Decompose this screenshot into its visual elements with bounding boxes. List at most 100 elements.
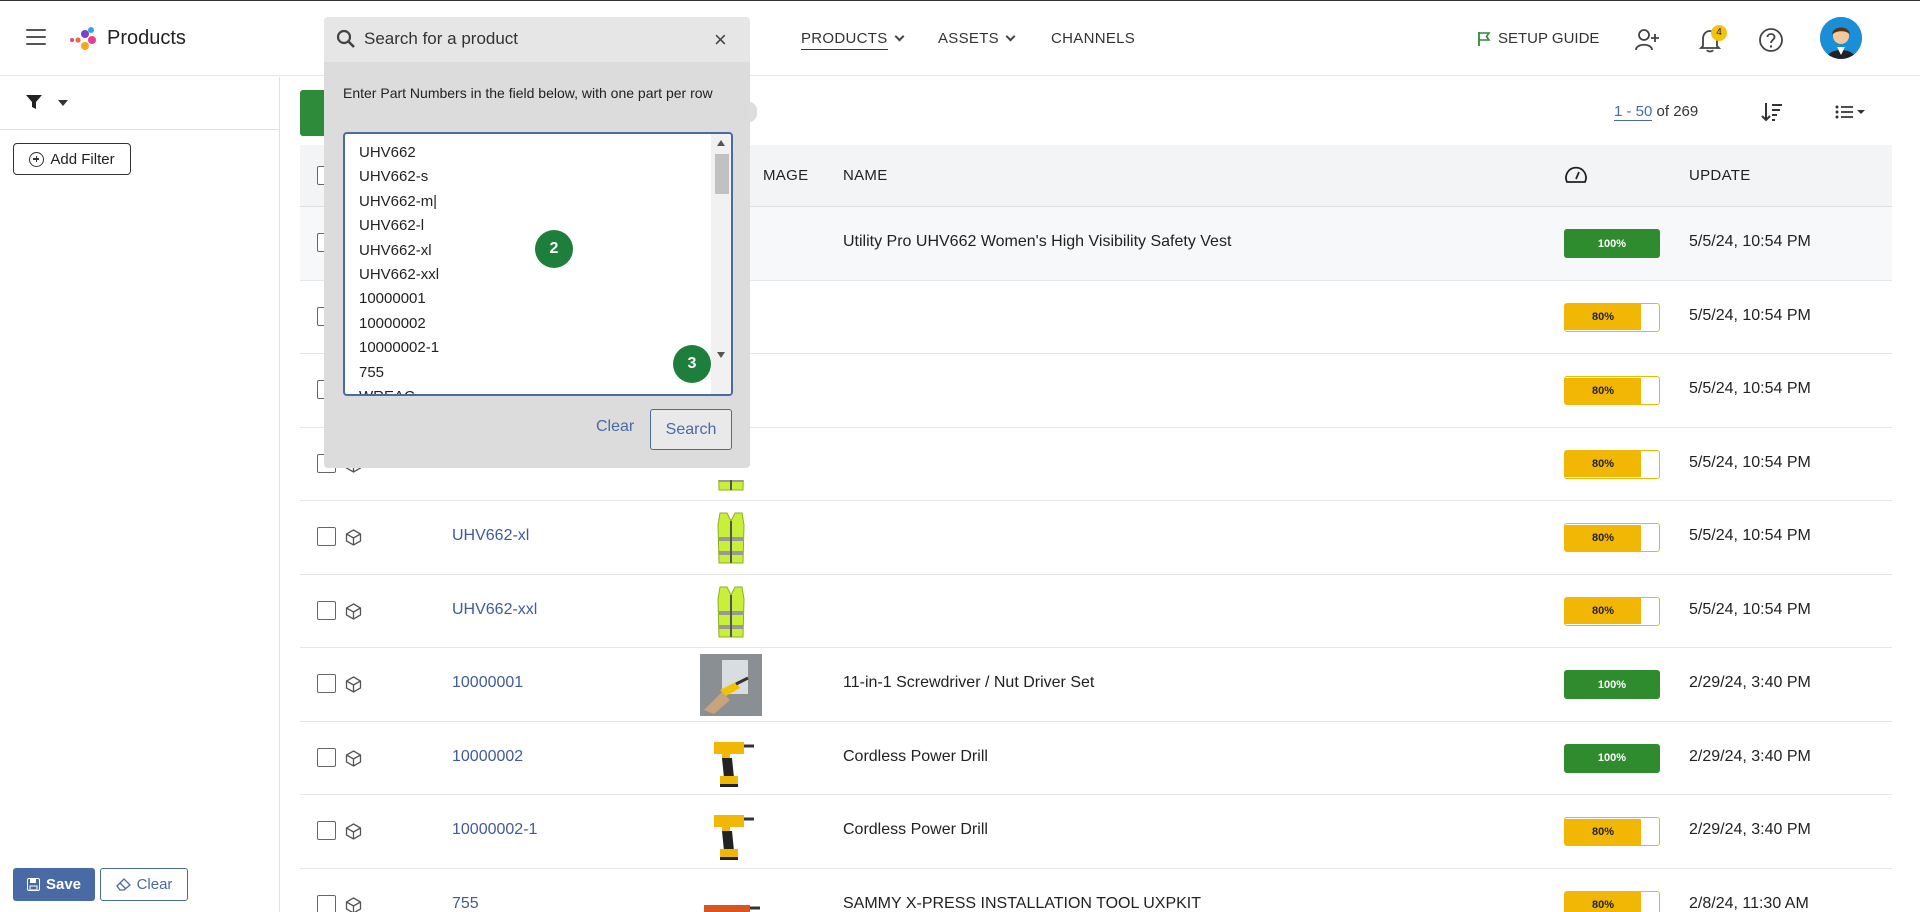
completeness-badge: 80%: [1564, 523, 1660, 552]
help-icon[interactable]: [1758, 27, 1784, 53]
product-type-icon: [345, 676, 362, 693]
filter-sidebar: Add Filter Save Clear: [0, 77, 280, 912]
product-thumbnail[interactable]: [700, 654, 762, 716]
updated-date: 5/5/24, 10:54 PM: [1689, 600, 1811, 618]
product-thumbnail[interactable]: [700, 507, 762, 569]
completeness-badge: 100%: [1564, 743, 1660, 773]
part-number-link[interactable]: UHV662-xxl: [452, 601, 537, 619]
completeness-value: 80%: [1565, 524, 1641, 551]
step-marker-3: 3: [673, 345, 711, 383]
close-icon[interactable]: ×: [714, 27, 727, 53]
completeness-badge: 100%: [1564, 670, 1660, 699]
part-number-search-panel: Enter Part Numbers in the field below, w…: [324, 62, 750, 468]
part-number-hint: Enter Part Numbers in the field below, w…: [343, 85, 713, 101]
nav-products[interactable]: PRODUCTS: [801, 30, 905, 50]
table-row[interactable]: UHV662-xl 80% 5/5/24, 10:54 PM: [300, 501, 1892, 575]
product-thumbnail[interactable]: [700, 875, 762, 912]
nav-channels[interactable]: CHANNELS: [1051, 30, 1135, 47]
nav-products-label: PRODUCTS: [801, 30, 888, 50]
top-nav-bar: Products × PRODUCTS ASSETS CHANNELS SETU…: [0, 0, 1920, 76]
product-name: 11-in-1 Screwdriver / Nut Driver Set: [843, 674, 1095, 691]
part-number-line: 10000001: [359, 290, 426, 308]
scroll-thumb[interactable]: [715, 154, 729, 194]
list-view-icon[interactable]: [1835, 104, 1867, 120]
add-user-icon[interactable]: [1634, 27, 1660, 53]
part-number-link[interactable]: 755: [452, 895, 479, 912]
table-row[interactable]: 755 SAMMY X-PRESS INSTALLATION TOOL UXPKI…: [300, 868, 1892, 912]
row-checkbox[interactable]: [317, 674, 336, 693]
row-checkbox[interactable]: [317, 821, 336, 840]
clear-label: Clear: [136, 876, 173, 893]
completeness-badge: 100%: [1564, 229, 1660, 258]
textarea-scrollbar[interactable]: [711, 134, 731, 394]
completeness-value: 80%: [1565, 304, 1641, 330]
part-number-link[interactable]: 10000002: [452, 748, 523, 766]
product-search-bar[interactable]: ×: [324, 17, 750, 62]
product-thumbnail[interactable]: [700, 581, 762, 643]
updated-date: 5/5/24, 10:54 PM: [1689, 380, 1811, 397]
product-name: SAMMY X-PRESS INSTALLATION TOOL UXPKIT: [843, 894, 1202, 912]
column-header-update[interactable]: UPDATE: [1689, 167, 1751, 184]
part-number-link[interactable]: 10000002-1: [452, 821, 537, 839]
completeness-badge: 80%: [1564, 817, 1660, 846]
completeness-value: 80%: [1565, 892, 1641, 912]
column-header-name[interactable]: NAME: [843, 167, 888, 184]
save-button[interactable]: Save: [13, 868, 95, 901]
part-number-line: UHV662: [359, 144, 416, 161]
search-parts-button[interactable]: Search: [650, 409, 732, 450]
scroll-up-icon[interactable]: [717, 140, 725, 146]
completeness-badge: 80%: [1564, 302, 1660, 332]
menu-icon[interactable]: [26, 29, 46, 45]
product-type-icon: [345, 823, 362, 840]
filter-toolbar: [0, 77, 280, 130]
part-number-line: UHV662-s: [359, 168, 429, 186]
gauge-icon[interactable]: [1564, 165, 1588, 185]
caret-down-icon[interactable]: [58, 100, 68, 106]
row-checkbox[interactable]: [317, 894, 336, 912]
product-type-icon: [345, 749, 362, 767]
scroll-down-icon[interactable]: [717, 352, 725, 358]
part-number-line: UHV662-xl: [359, 241, 432, 259]
clear-filters-button[interactable]: Clear: [100, 868, 188, 901]
clear-parts-button[interactable]: Clear: [596, 418, 634, 436]
product-thumbnail[interactable]: [700, 728, 762, 790]
add-filter-button[interactable]: Add Filter: [13, 143, 131, 175]
product-name: Utility Pro UHV662 Women's High Visibili…: [843, 233, 1232, 250]
flag-icon: [1478, 31, 1491, 46]
row-checkbox[interactable]: [317, 527, 336, 546]
search-input[interactable]: [364, 25, 704, 53]
part-number-link[interactable]: UHV662-xl: [452, 527, 529, 545]
add-filter-label: Add Filter: [50, 150, 115, 168]
chevron-down-icon: [894, 31, 905, 42]
table-row[interactable]: 10000002 Cordless Power Drill 100% 2/29/24,…: [300, 721, 1892, 795]
product-type-icon: [345, 602, 362, 620]
table-row[interactable]: UHV662-xxl 80% 5/5/24, 10:54 PM: [300, 574, 1892, 648]
table-row[interactable]: 10000002-1 Cordless Power Drill 80% 2/29/24…: [300, 795, 1892, 869]
part-number-line: 755: [359, 363, 385, 381]
part-number-link[interactable]: 10000001: [452, 674, 523, 692]
pagination-range[interactable]: 1 - 50: [1614, 103, 1653, 121]
column-header-image[interactable]: MAGE: [763, 167, 808, 184]
part-number-line: UHV662-xxl: [359, 265, 440, 283]
app-title: Products: [107, 27, 186, 49]
nav-channels-label: CHANNELS: [1051, 30, 1136, 47]
part-numbers-list: UHV662 UHV662-s UHV662-m| UHV662-l UHV662-xl…: [359, 144, 689, 394]
nav-assets[interactable]: ASSETS: [938, 30, 1016, 47]
row-checkbox[interactable]: [317, 747, 336, 767]
product-name: Cordless Power Drill: [843, 821, 988, 838]
completeness-value: 80%: [1565, 377, 1641, 404]
row-checkbox[interactable]: [317, 600, 336, 620]
part-number-line: WREAC: [359, 388, 689, 394]
part-number-line: UHV662-l: [359, 217, 425, 235]
avatar[interactable]: [1820, 17, 1862, 59]
part-number-line: 10000002: [359, 314, 426, 332]
filter-icon[interactable]: [26, 94, 42, 110]
updated-date: 2/29/24, 3:40 PM: [1689, 674, 1811, 691]
table-row[interactable]: 10000001 11-in-1 Screwdriver / Nut Driver…: [300, 648, 1892, 722]
sort-icon[interactable]: [1761, 102, 1783, 122]
updated-date: 2/8/24, 11:30 AM: [1689, 894, 1809, 912]
eraser-icon: [115, 878, 131, 891]
setup-guide-link[interactable]: SETUP GUIDE: [1476, 30, 1599, 47]
product-type-icon: [345, 896, 362, 912]
product-thumbnail[interactable]: [700, 801, 762, 863]
